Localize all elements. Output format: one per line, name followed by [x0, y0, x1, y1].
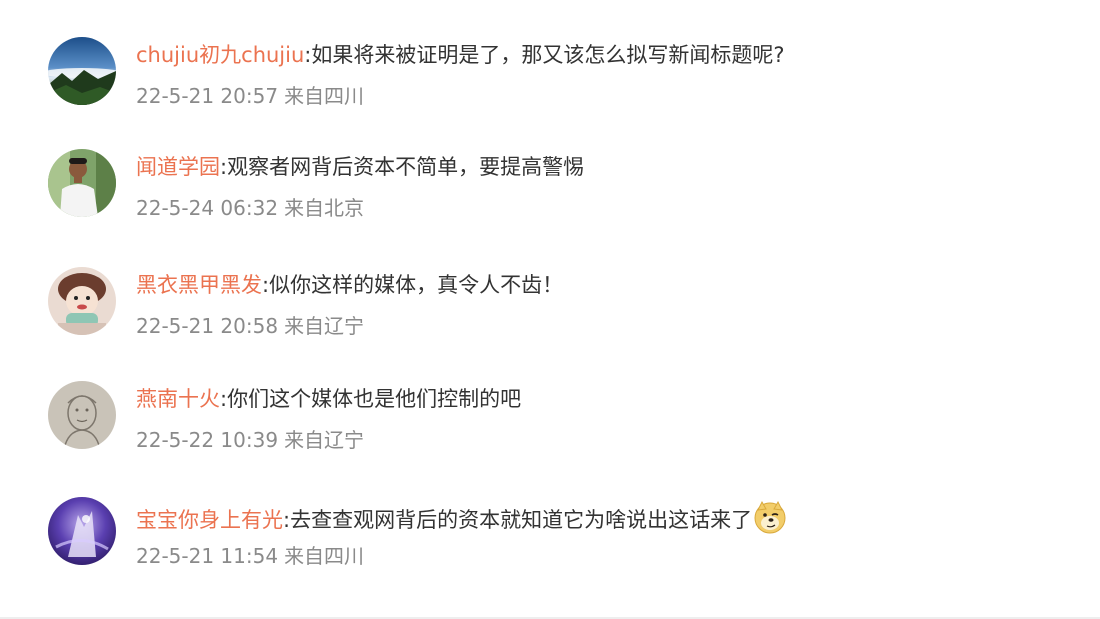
timestamp: 22-5-24 06:32: [136, 196, 279, 220]
comment-meta: 22-5-24 06:32 来自北京: [136, 194, 364, 222]
timestamp: 22-5-22 10:39: [136, 428, 279, 452]
comment-line: 黑衣黑甲黑发:似你这样的媒体，真令人不齿！: [136, 270, 563, 300]
comment-line: 闻道学园:观察者网背后资本不简单，要提高警惕: [136, 152, 584, 182]
person-avatar-icon[interactable]: [48, 149, 116, 217]
purple-art-avatar-icon[interactable]: [48, 497, 116, 565]
sketch-avatar-icon[interactable]: [48, 381, 116, 449]
comment-item: 燕南十火:你们这个媒体也是他们控制的吧 22-5-22 10:39 来自辽宁: [0, 344, 1100, 454]
username-link[interactable]: 黑衣黑甲黑发: [136, 273, 262, 297]
comment-meta: 22-5-21 11:54 来自四川: [136, 542, 364, 570]
comment-line: chujiu初九chujiu:如果将来被证明是了，那又该怎么拟写新闻标题呢?: [136, 40, 785, 70]
comment-meta: 22-5-21 20:58 来自辽宁: [136, 312, 364, 340]
username-link[interactable]: 燕南十火: [136, 387, 220, 411]
location: 来自四川: [284, 84, 365, 108]
comment-text: 你们这个媒体也是他们控制的吧: [227, 387, 522, 411]
comment-line: 燕南十火:你们这个媒体也是他们控制的吧: [136, 384, 521, 414]
comment-meta: 22-5-22 10:39 来自辽宁: [136, 426, 364, 454]
doll-avatar-icon[interactable]: [48, 267, 116, 335]
comment-item: chujiu初九chujiu:如果将来被证明是了，那又该怎么拟写新闻标题呢? 2…: [0, 0, 1100, 110]
comment-item: 宝宝你身上有光:去查查观网背后的资本就知道它为啥说出这话来了 22-5-21 1…: [0, 460, 1100, 570]
comment-meta: 22-5-21 20:57 来自四川: [136, 82, 364, 110]
username-link[interactable]: 宝宝你身上有光: [136, 508, 283, 532]
timestamp: 22-5-21 20:57: [136, 84, 279, 108]
location: 来自辽宁: [284, 428, 365, 452]
comment-item: 黑衣黑甲黑发:似你这样的媒体，真令人不齿！ 22-5-21 20:58 来自辽宁: [0, 230, 1100, 340]
landscape-avatar-icon[interactable]: [48, 37, 116, 105]
comment-text: 去查查观网背后的资本就知道它为啥说出这话来了: [290, 508, 753, 532]
comment-text: 观察者网背后资本不简单，要提高警惕: [227, 155, 585, 179]
comment-text: 如果将来被证明是了，那又该怎么拟写新闻标题呢?: [311, 43, 785, 67]
location: 来自四川: [284, 544, 365, 568]
location: 来自辽宁: [284, 314, 365, 338]
timestamp: 22-5-21 11:54: [136, 544, 279, 568]
username-link[interactable]: 闻道学园: [136, 155, 220, 179]
comment-text: 似你这样的媒体，真令人不齿！: [269, 273, 564, 297]
comment-list: chujiu初九chujiu:如果将来被证明是了，那又该怎么拟写新闻标题呢? 2…: [0, 0, 1100, 619]
location: 来自北京: [284, 196, 365, 220]
timestamp: 22-5-21 20:58: [136, 314, 279, 338]
doge-emoji-icon: [753, 500, 787, 534]
comment-item: 闻道学园:观察者网背后资本不简单，要提高警惕 22-5-24 06:32 来自北京: [0, 112, 1100, 222]
username-link[interactable]: chujiu初九chujiu: [136, 43, 304, 67]
comment-line: 宝宝你身上有光:去查查观网背后的资本就知道它为啥说出这话来了: [136, 500, 787, 535]
